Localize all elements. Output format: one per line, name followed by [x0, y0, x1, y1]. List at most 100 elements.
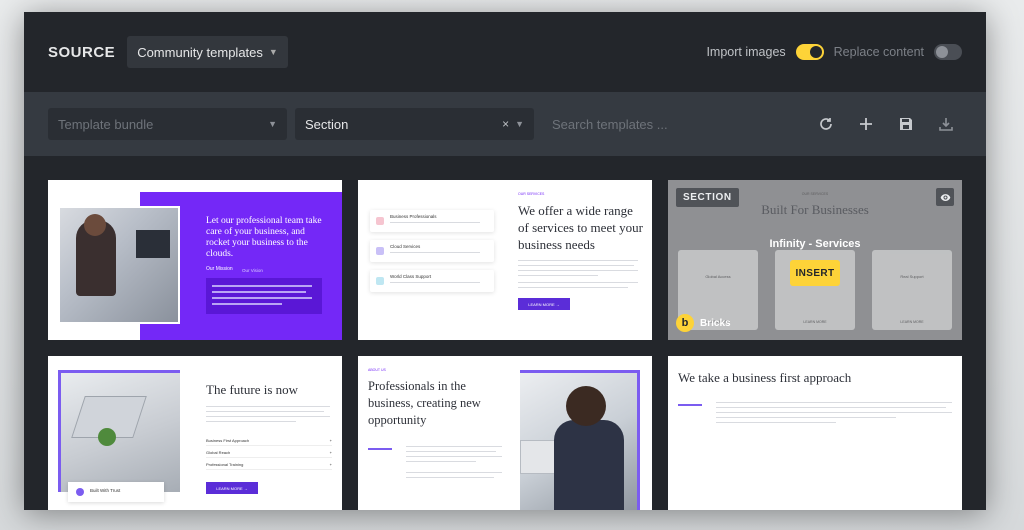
insert-button[interactable]: INSERT	[790, 260, 840, 286]
source-select[interactable]: Community templates ▼	[127, 36, 288, 68]
replace-content-toggle[interactable]	[934, 44, 962, 60]
service-item-label: World Class Support	[390, 274, 432, 279]
save-icon[interactable]	[896, 114, 916, 134]
refresh-icon[interactable]	[816, 114, 836, 134]
card-heading: Let our professional team take care of y…	[206, 216, 322, 259]
bricks-logo-icon: b	[676, 314, 694, 332]
template-type-value: Section	[305, 116, 349, 132]
template-card[interactable]: ABOUT US Professionals in the business, …	[358, 356, 652, 510]
text-line	[518, 282, 638, 283]
template-library-modal: SOURCE Community templates ▼ Import imag…	[24, 12, 986, 510]
chevron-down-icon: ▼	[515, 119, 524, 129]
card-heading: We take a business first approach	[678, 370, 852, 385]
text-line	[390, 222, 480, 223]
person-head	[566, 386, 606, 426]
text-line	[716, 402, 952, 403]
text-line	[390, 252, 480, 253]
text-line	[206, 411, 324, 412]
toolbar	[816, 114, 962, 134]
template-card-hovered[interactable]: OUR SERVICES Built For Businesses Global…	[668, 180, 962, 340]
download-icon[interactable]	[936, 114, 956, 134]
template-grid: Let our professional team take care of y…	[24, 156, 986, 510]
source-label: SOURCE	[48, 43, 116, 61]
text-line	[716, 417, 896, 418]
chevron-down-icon: ▼	[268, 47, 278, 57]
text-line	[716, 407, 946, 408]
person-head	[84, 214, 106, 236]
service-item: Business Professionals	[370, 210, 494, 232]
text-line	[206, 416, 330, 417]
card-kicker: OUR SERVICES	[518, 192, 545, 196]
list-item-label: Professional Training	[206, 462, 244, 467]
mission-box	[206, 278, 322, 314]
template-bundle-select[interactable]: Template bundle ▼	[48, 108, 287, 140]
column-title: Real Support	[900, 274, 924, 279]
toggle-knob	[809, 46, 822, 58]
search-templates-input[interactable]	[542, 108, 782, 140]
card-heading: Professionals in the business, creating …	[368, 379, 481, 427]
text-line	[518, 260, 638, 261]
tab-our-mission: Our Mission	[206, 266, 233, 272]
template-card[interactable]: Let our professional team take care of y…	[48, 180, 342, 340]
plus-icon: +	[329, 438, 332, 443]
service-icon	[376, 277, 384, 285]
trust-tag: Built With Trust	[68, 482, 164, 502]
text-line	[390, 282, 480, 283]
card-heading: We offer a wide range of services to mee…	[518, 203, 643, 252]
text-line	[406, 461, 476, 462]
learn-more-button: LEARN MORE →	[518, 298, 570, 310]
text-line	[406, 472, 502, 473]
service-column: Real Support LEARN MORE	[872, 250, 952, 330]
list-item: Business First Approach +	[206, 438, 332, 446]
text-line	[212, 285, 312, 287]
service-item-label: Business Professionals	[390, 214, 437, 219]
tab-our-vision: Our Vision	[242, 268, 263, 273]
column-link: LEARN MORE	[900, 320, 924, 324]
eye-icon[interactable]	[936, 188, 954, 206]
service-item: World Class Support	[370, 270, 494, 292]
text-line	[212, 297, 312, 299]
toggle-knob	[936, 46, 948, 58]
text-line	[518, 275, 598, 276]
column-link: LEARN MORE	[803, 320, 827, 324]
trust-tag-label: Built With Trust	[90, 488, 121, 493]
text-line	[206, 406, 330, 407]
filter-bar: Template bundle ▼ Section × ▼	[24, 92, 986, 156]
monitor-shape	[136, 230, 170, 258]
text-line	[212, 303, 282, 305]
author-name: Bricks	[700, 317, 731, 329]
list-item-label: Business First Approach	[206, 438, 250, 443]
accent-line	[678, 404, 702, 406]
service-icon	[376, 247, 384, 255]
learn-more-button: LEARN MORE →	[206, 482, 258, 494]
list-item: Professional Training +	[206, 462, 332, 470]
section-badge: SECTION	[676, 188, 739, 207]
template-name: Infinity - Services	[769, 238, 861, 250]
text-line	[406, 451, 496, 452]
plus-icon: +	[329, 450, 332, 455]
list-item: Global Reach +	[206, 450, 332, 458]
import-images-toggle[interactable]	[795, 44, 824, 60]
text-line	[406, 456, 502, 457]
chevron-down-icon: ▼	[268, 119, 277, 129]
template-bundle-placeholder: Template bundle	[58, 116, 154, 132]
template-type-select[interactable]: Section × ▼	[295, 108, 534, 140]
text-line	[212, 291, 306, 293]
text-line	[518, 287, 628, 288]
plant-shape	[98, 428, 116, 446]
template-card[interactable]: We take a business first approach	[668, 356, 962, 510]
plus-icon[interactable]	[856, 114, 876, 134]
import-images-label: Import images	[706, 45, 786, 59]
replace-content-label: Replace content	[833, 45, 924, 59]
text-line	[716, 412, 952, 413]
service-item-label: Cloud Services	[390, 244, 421, 249]
template-card[interactable]: Built With Trust The future is now Busin…	[48, 356, 342, 510]
text-line	[716, 422, 836, 423]
accent-line	[368, 448, 392, 450]
text-line	[406, 477, 494, 478]
clear-icon[interactable]: ×	[502, 117, 509, 131]
plus-icon: +	[329, 462, 332, 467]
template-author: b Bricks	[676, 314, 731, 332]
text-line	[406, 446, 502, 447]
template-card[interactable]: Business Professionals Cloud Services Wo…	[358, 180, 652, 340]
